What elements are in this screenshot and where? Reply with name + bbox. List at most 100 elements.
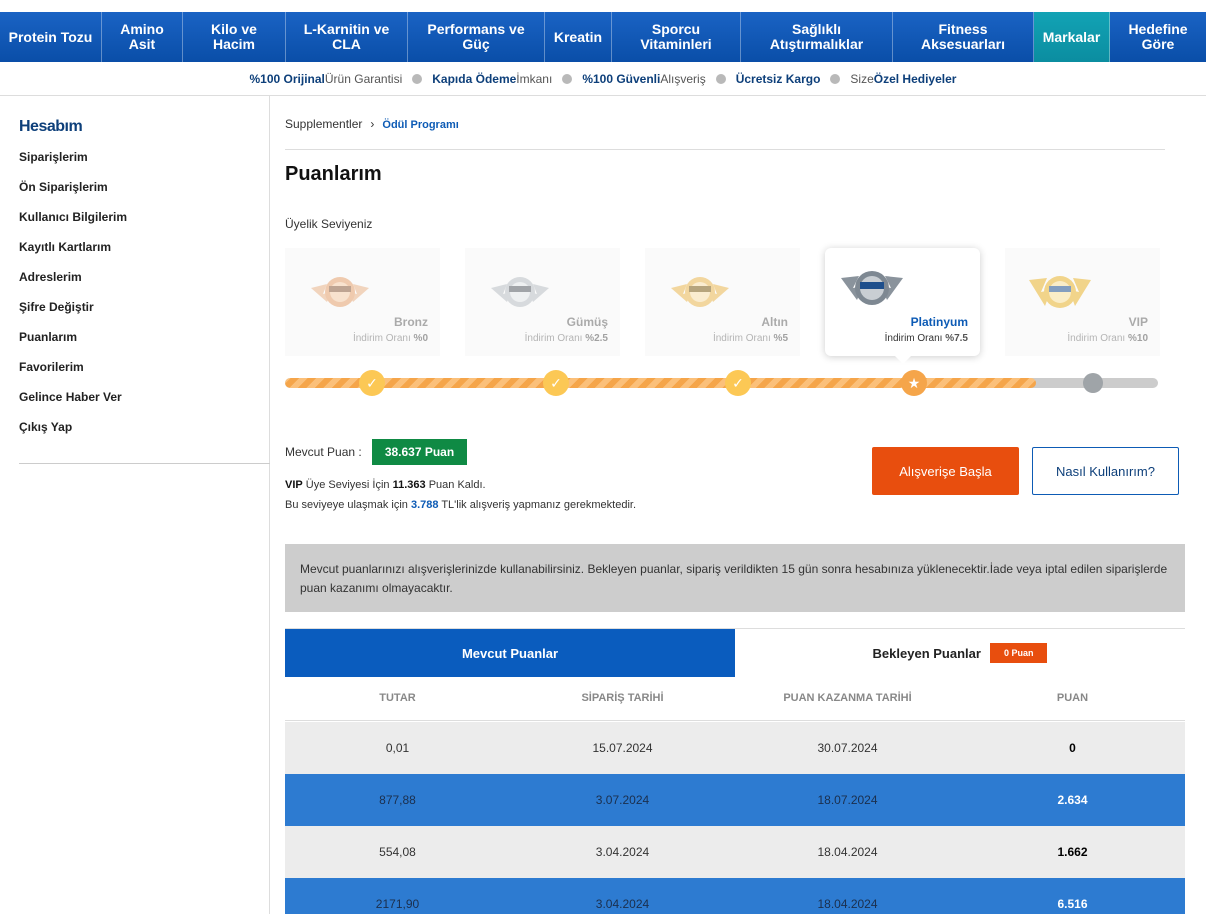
start-shopping-button[interactable]: Alışverişe Başla xyxy=(872,447,1019,495)
breadcrumb-separator: › xyxy=(370,117,375,131)
sidebar-item-kayitli-kartlarim[interactable]: Kayıtlı Kartlarım xyxy=(19,240,127,270)
step-vip-pending-icon xyxy=(1083,373,1103,393)
sidebar-item-favorilerim[interactable]: Favorilerim xyxy=(19,360,127,390)
cell-amount: 0,01 xyxy=(385,741,410,755)
guarantee-gifts: Size Özel Hediyeler xyxy=(850,71,957,86)
points-info-box: Mevcut puanlarınızı alışverişlerinizde k… xyxy=(285,544,1185,612)
sidebar-item-gelince-haber-ver[interactable]: Gelince Haber Ver xyxy=(19,390,127,420)
sidebar-item-cikis-yap[interactable]: Çıkış Yap xyxy=(19,420,127,450)
spend-needed-text: Bu seviyeye ulaşmak için 3.788 TL'lik al… xyxy=(285,499,637,511)
column-header-earn-date: PUAN KAZANMA TARİHİ xyxy=(783,692,912,704)
tab-current-points[interactable]: Mevcut Puanlar xyxy=(285,629,735,677)
platinum-badge-icon xyxy=(841,271,903,305)
sidebar-item-siparislerim[interactable]: Siparişlerim xyxy=(19,150,127,180)
level-name: Platinyum xyxy=(910,315,968,329)
gold-badge-icon xyxy=(671,277,729,307)
level-name: Altın xyxy=(761,315,788,329)
sidebar-item-adreslerim[interactable]: Adreslerim xyxy=(19,270,127,300)
guarantee-secure: %100 Güvenli Alışveriş xyxy=(582,71,706,86)
membership-level-label: Üyelik Seviyeniz xyxy=(285,217,373,231)
account-sidebar: Hesabım Siparişlerim Ön Siparişlerim Kul… xyxy=(4,96,270,914)
level-discount: İndirim Oranı %7.5 xyxy=(884,333,968,344)
nav-markalar[interactable]: Markalar xyxy=(1034,12,1110,62)
guarantee-free-shipping: Ücretsiz Kargo xyxy=(735,71,821,86)
step-gumus-check-icon: ✓ xyxy=(543,370,569,396)
level-discount: İndirim Oranı %5 xyxy=(712,333,788,344)
points-tabs: Mevcut Puanlar Bekleyen Puanlar 0 Puan xyxy=(285,628,1185,677)
cell-points: 1.662 xyxy=(1057,845,1088,859)
points-table-header: TUTAR SİPARİŞ TARİHİ PUAN KAZANMA TARİHİ… xyxy=(285,676,1185,721)
table-row: 0,01 15.07.2024 30.07.2024 0 xyxy=(285,722,1185,774)
column-header-order-date: SİPARİŞ TARİHİ xyxy=(581,692,664,704)
level-name: Gümüş xyxy=(566,315,608,329)
breadcrumb-current[interactable]: Ödül Programı xyxy=(382,119,458,131)
table-row: 554,08 3.04.2024 18.04.2024 1.662 xyxy=(285,826,1185,878)
step-bronz-check-icon: ✓ xyxy=(359,370,385,396)
guarantee-bar: %100 Orijinal Ürün Garantisi Kapıda Ödem… xyxy=(0,62,1206,96)
column-header-points: PUAN xyxy=(1056,692,1089,704)
level-card-bronz: Bronz İndirim Oranı %0 xyxy=(285,248,440,356)
level-discount: İndirim Oranı %2.5 xyxy=(524,333,608,344)
cell-order-date: 3.04.2024 xyxy=(595,845,650,859)
tab-pending-points[interactable]: Bekleyen Puanlar 0 Puan xyxy=(735,629,1185,677)
cell-earn-date: 18.04.2024 xyxy=(817,845,878,859)
guarantee-cash-on-delivery: Kapıda Ödeme İmkanı xyxy=(432,71,553,86)
nav-kilo-ve-hacim[interactable]: Kilo ve Hacim xyxy=(183,12,286,62)
nav-kreatin[interactable]: Kreatin xyxy=(545,12,612,62)
step-altin-check-icon: ✓ xyxy=(725,370,751,396)
cell-earn-date: 30.07.2024 xyxy=(817,741,878,755)
level-card-altin: Altın İndirim Oranı %5 xyxy=(645,248,800,356)
page-title: Puanlarım xyxy=(285,163,382,185)
cell-order-date: 3.07.2024 xyxy=(595,793,650,807)
cell-earn-date: 18.04.2024 xyxy=(817,897,878,911)
table-row: 2171,90 3.04.2024 18.04.2024 6.516 xyxy=(285,878,1185,914)
sidebar-item-puanlarim[interactable]: Puanlarım xyxy=(19,330,127,360)
cell-order-date: 15.07.2024 xyxy=(592,741,653,755)
separator-dot xyxy=(562,73,573,84)
sidebar-divider xyxy=(19,463,270,464)
bronze-badge-icon xyxy=(311,277,369,307)
breadcrumb-divider xyxy=(285,149,1165,150)
level-card-vip: VIP İndirim Oranı %10 xyxy=(1005,248,1160,356)
level-name: Bronz xyxy=(394,315,428,329)
cell-points: 0 xyxy=(1069,741,1076,755)
pending-points-badge: 0 Puan xyxy=(989,643,1048,663)
how-to-use-button[interactable]: Nasıl Kullanırım? xyxy=(1032,447,1179,495)
nav-saglikli-atistirmaliklar[interactable]: Sağlıklı Atıştırmalıklar xyxy=(741,12,893,62)
column-header-amount: TUTAR xyxy=(379,692,416,704)
level-name: VIP xyxy=(1128,315,1148,329)
breadcrumb: Supplementler › Ödül Programı xyxy=(285,117,459,131)
level-progress-bar xyxy=(285,378,1158,388)
vip-remaining-text: VIP Üye Seviyesi İçin 11.363 Puan Kaldı. xyxy=(285,479,486,491)
nav-protein-tozu[interactable]: Protein Tozu xyxy=(0,12,102,62)
cell-amount: 877,88 xyxy=(379,793,416,807)
silver-badge-icon xyxy=(491,277,549,307)
nav-l-karnitin[interactable]: L-Karnitin ve CLA xyxy=(286,12,408,62)
separator-dot xyxy=(830,73,841,84)
level-card-platinyum: Platinyum İndirim Oranı %7.5 xyxy=(825,248,980,364)
current-points-badge: 38.637 Puan xyxy=(372,439,467,465)
sidebar-menu: Siparişlerim Ön Siparişlerim Kullanıcı B… xyxy=(19,150,127,450)
sidebar-item-sifre-degistir[interactable]: Şifre Değiştir xyxy=(19,300,127,330)
sidebar-item-on-siparislerim[interactable]: Ön Siparişlerim xyxy=(19,180,127,210)
cell-earn-date: 18.07.2024 xyxy=(817,793,878,807)
level-card-gumus: Gümüş İndirim Oranı %2.5 xyxy=(465,248,620,356)
table-row: 877,88 3.07.2024 18.07.2024 2.634 xyxy=(285,774,1185,826)
nav-fitness-aksesuarlari[interactable]: Fitness Aksesuarları xyxy=(893,12,1034,62)
step-platinyum-star-icon: ★ xyxy=(901,370,927,396)
cell-amount: 2171,90 xyxy=(375,897,420,911)
sidebar-item-kullanici-bilgilerim[interactable]: Kullanıcı Bilgilerim xyxy=(19,210,127,240)
breadcrumb-root[interactable]: Supplementler xyxy=(285,117,362,131)
top-nav: Protein Tozu Amino Asit Kilo ve Hacim L-… xyxy=(0,12,1206,62)
separator-dot xyxy=(412,73,423,84)
vip-badge-icon xyxy=(1029,276,1091,308)
nav-amino-asit[interactable]: Amino Asit xyxy=(102,12,183,62)
nav-sporcu-vitaminleri[interactable]: Sporcu Vitaminleri xyxy=(612,12,741,62)
guarantee-original: %100 Orijinal Ürün Garantisi xyxy=(249,71,403,86)
nav-hedefine-gore[interactable]: Hedefine Göre xyxy=(1110,12,1206,62)
cell-amount: 554,08 xyxy=(379,845,416,859)
nav-performans[interactable]: Performans ve Güç xyxy=(408,12,545,62)
cell-points: 2.634 xyxy=(1057,793,1088,807)
tab-pending-label: Bekleyen Puanlar xyxy=(872,645,981,661)
separator-dot xyxy=(715,73,726,84)
